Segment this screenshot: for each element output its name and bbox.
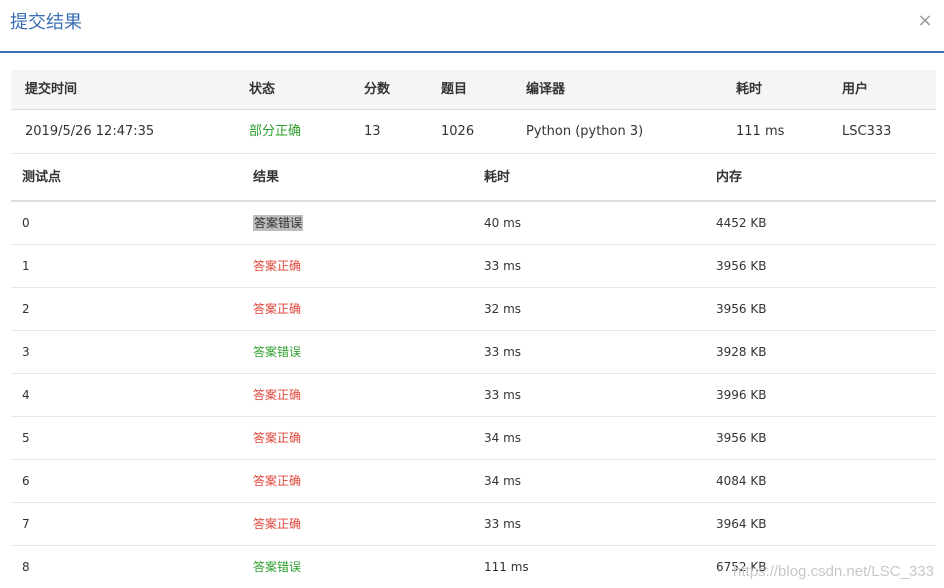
header-memory: 内存 [716,170,743,185]
dialog-title: 提交结果 [10,12,82,33]
result-label: 答案正确 [253,474,302,488]
test-point-id: 1 [22,259,30,273]
table-row: 2 答案正确 32 ms 3956 KB [11,288,936,331]
time-value: 40 ms [484,216,522,230]
time-value: 33 ms [484,345,522,359]
result-text: 答案正确 [253,417,301,460]
memory-value: 4452 KB [716,216,767,230]
table-row: 7 答案正确 33 ms 3964 KB [11,503,936,546]
test-point-id: 0 [22,216,30,230]
result-text: 答案错误 [253,546,301,588]
header-test-point: 测试点 [22,170,62,185]
problem-link[interactable]: 1026 [441,110,474,154]
header-time: 耗时 [484,170,511,185]
memory-value: 3956 KB [716,259,767,273]
score-value: 13 [364,124,381,139]
summary-data-row: 2019/5/26 12:47:35 部分正确 13 1026 Python (… [11,110,936,154]
result-label: 答案正确 [253,388,302,402]
result-text: 答案正确 [253,374,301,417]
time-value: 33 ms [484,388,522,402]
result-label: 答案错误 [253,560,302,574]
time-value: 34 ms [484,474,522,488]
submission-summary-table: 提交时间 状态 分数 题目 编译器 耗时 用户 2019/5/26 12:47:… [11,70,936,154]
result-text: 答案错误 [253,202,304,245]
result-text: 答案正确 [253,503,301,546]
header-compiler: 编译器 [526,82,566,97]
dialog-header: 提交结果 × [0,0,944,53]
header-score: 分数 [364,82,391,97]
header-user: 用户 [842,82,869,97]
test-point-id: 4 [22,388,30,402]
table-row: 4 答案正确 33 ms 3996 KB [11,374,936,417]
time-value: 32 ms [484,302,522,316]
test-point-id: 6 [22,474,30,488]
header-problem: 题目 [441,82,468,97]
memory-value: 3956 KB [716,431,767,445]
memory-value: 3956 KB [716,302,767,316]
header-status: 状态 [249,82,276,97]
time-value: 111 ms [484,560,529,574]
result-text: 答案正确 [253,460,301,503]
table-row: 6 答案正确 34 ms 4084 KB [11,460,936,503]
close-icon[interactable]: × [916,10,934,32]
time-value: 33 ms [484,259,522,273]
test-cases-table: 测试点 结果 耗时 内存 0 答案错误 40 ms 4452 KB 1 答案正确 33 ms… [11,156,936,588]
test-point-id: 5 [22,431,30,445]
compiler-value: Python (python 3) [526,124,644,139]
summary-header-row: 提交时间 状态 分数 题目 编译器 耗时 用户 [11,70,936,110]
table-row: 3 答案错误 33 ms 3928 KB [11,331,936,374]
header-result: 结果 [253,170,280,185]
memory-value: 3964 KB [716,517,767,531]
elapsed-value: 111 ms [736,124,785,139]
status-badge: 部分正确 [249,124,302,139]
memory-value: 3996 KB [716,388,767,402]
cases-header-row: 测试点 结果 耗时 内存 [11,156,936,202]
result-text: 答案正确 [253,288,301,331]
result-label: 答案错误 [253,215,304,231]
result-label: 答案正确 [253,302,302,316]
test-point-id: 7 [22,517,30,531]
test-point-id: 8 [22,560,30,574]
result-text: 答案正确 [253,245,301,288]
time-value: 33 ms [484,517,522,531]
result-label: 答案正确 [253,259,302,273]
header-elapsed: 耗时 [736,82,763,97]
watermark: https://blog.csdn.net/LSC_333 [733,563,934,580]
memory-value: 3928 KB [716,345,767,359]
table-row: 5 答案正确 34 ms 3956 KB [11,417,936,460]
time-value: 34 ms [484,431,522,445]
submit-time: 2019/5/26 12:47:35 [25,124,155,139]
test-point-id: 2 [22,302,30,316]
result-label: 答案正确 [253,431,302,445]
table-row: 0 答案错误 40 ms 4452 KB [11,202,936,245]
result-text: 答案错误 [253,331,301,374]
header-submit-time: 提交时间 [25,82,78,97]
user-link[interactable]: LSC333 [842,110,891,154]
table-row: 1 答案正确 33 ms 3956 KB [11,245,936,288]
result-label: 答案正确 [253,517,302,531]
result-label: 答案错误 [253,345,302,359]
test-point-id: 3 [22,345,30,359]
cases-body: 0 答案错误 40 ms 4452 KB 1 答案正确 33 ms 3956 KB 2 答案正确 3… [11,202,936,588]
memory-value: 4084 KB [716,474,767,488]
